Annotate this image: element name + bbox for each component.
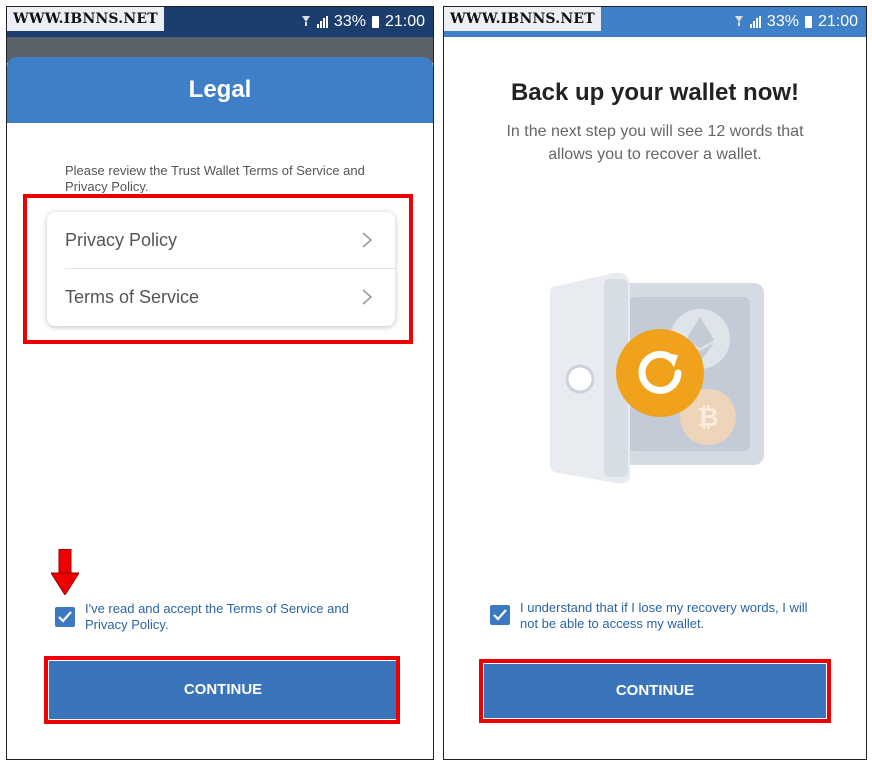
legal-intro: Please review the Trust Wallet Terms of …	[65, 163, 365, 193]
accept-terms-checkbox[interactable]	[55, 607, 75, 627]
battery-percent: 33%	[766, 13, 799, 30]
wifi-icon	[734, 13, 744, 31]
legal-screen: WWW.IBNNS.NET 33% 21:00 Legal Please rev…	[6, 6, 434, 760]
battery-icon	[804, 16, 812, 28]
signal-icon	[749, 16, 761, 28]
clock: 21:00	[817, 13, 858, 30]
accept-terms-label: I've read and accept the Terms of Servic…	[85, 601, 349, 632]
understand-checkbox[interactable]	[490, 605, 510, 625]
checkmark-icon	[493, 609, 507, 621]
status-bar: WWW.IBNNS.NET 33% 21:00	[7, 7, 433, 37]
modal-header: Legal	[7, 57, 433, 123]
watermark: WWW.IBNNS.NET	[7, 7, 164, 31]
status-bar: WWW.IBNNS.NET 33% 21:00	[444, 7, 866, 37]
backup-screen: WWW.IBNNS.NET 33% 21:00 Back up your wal…	[443, 6, 867, 760]
highlight-box-continue	[479, 659, 831, 723]
understand-label: I understand that if I lose my recovery …	[520, 600, 808, 631]
battery-icon	[371, 16, 379, 28]
svg-text:₿: ₿	[697, 402, 718, 432]
checkmark-icon	[58, 611, 72, 623]
battery-percent: 33%	[333, 13, 366, 30]
clock: 21:00	[384, 13, 425, 30]
red-arrow-icon	[51, 549, 79, 595]
highlight-box-continue	[44, 656, 400, 724]
backup-subtitle: In the next step you will see 12 words t…	[506, 123, 804, 163]
wifi-icon	[301, 13, 311, 31]
page-title: Legal	[188, 76, 252, 103]
page-title: Back up your wallet now!	[510, 79, 800, 106]
signal-icon	[316, 16, 328, 28]
watermark: WWW.IBNNS.NET	[444, 7, 601, 31]
highlight-box-links	[23, 194, 413, 344]
safe-illustration-icon: ₿	[550, 272, 764, 484]
